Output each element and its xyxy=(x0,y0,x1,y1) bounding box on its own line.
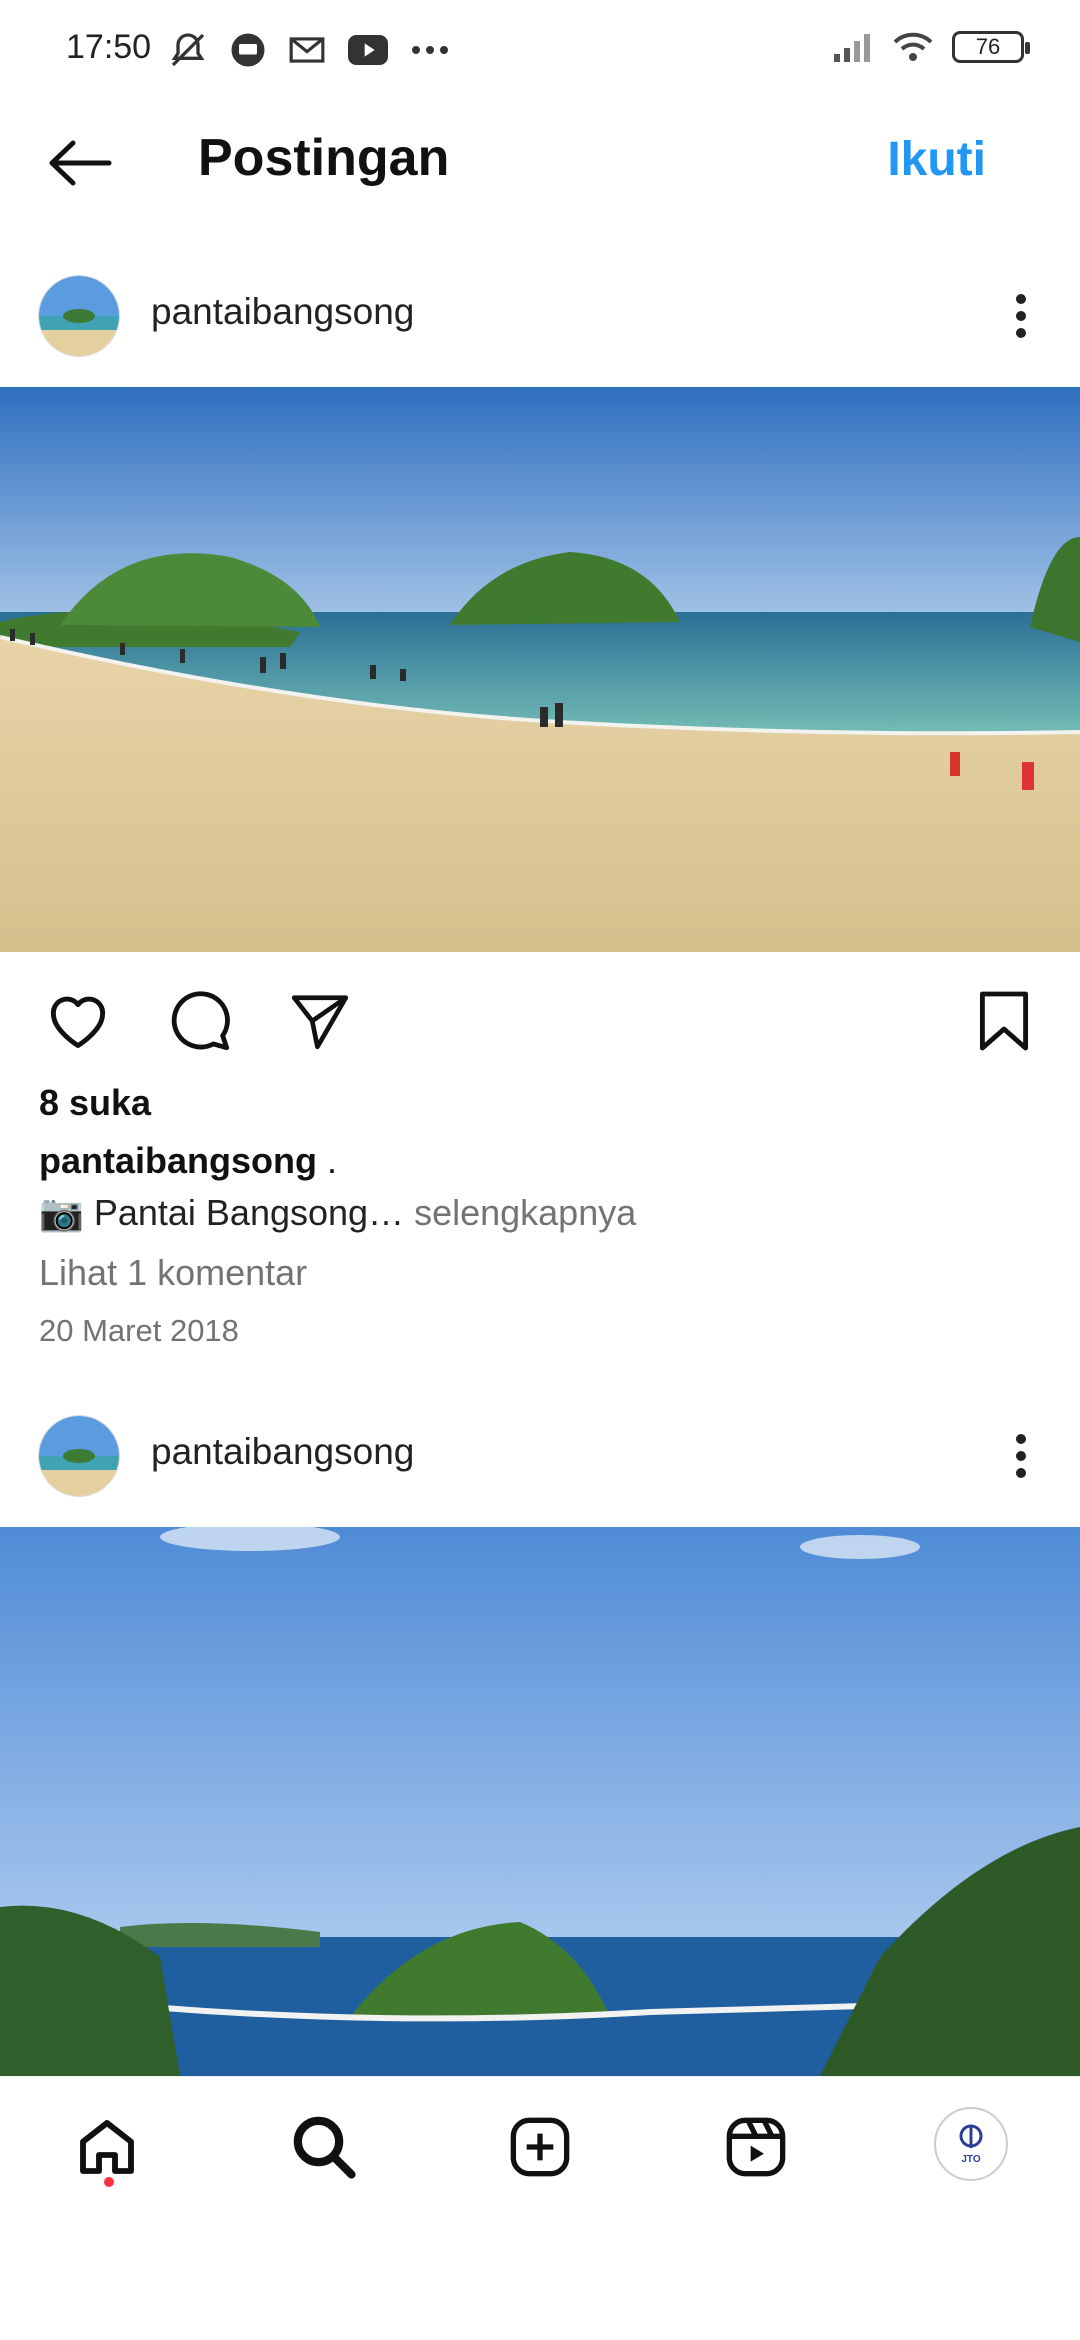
message-icon xyxy=(231,33,265,67)
post-image[interactable] xyxy=(0,387,1080,952)
post-date: 20 Maret 2018 xyxy=(39,1313,239,1348)
nav-search[interactable] xyxy=(284,2107,364,2187)
camera-emoji: 📷 xyxy=(39,1192,84,1233)
back-button[interactable] xyxy=(40,128,120,198)
post-image[interactable] xyxy=(0,1527,1080,2076)
post-options-button[interactable] xyxy=(986,281,1056,351)
caption-username: pantaibangsong . xyxy=(39,1140,337,1182)
comment-icon xyxy=(171,991,230,1051)
home-icon xyxy=(80,2120,134,2174)
status-time: 17:50 xyxy=(66,28,152,66)
nav-reels[interactable] xyxy=(716,2107,796,2187)
save-button[interactable] xyxy=(964,981,1044,1061)
caption-first-line: . xyxy=(327,1140,338,1181)
caption-more-link[interactable]: selengkapnya xyxy=(404,1192,636,1233)
avatar[interactable] xyxy=(38,275,120,357)
battery-indicator: 76 xyxy=(952,31,1030,63)
status-bar: 17:50 76 xyxy=(0,0,1080,100)
muted-bell-icon xyxy=(171,33,205,67)
profile-avatar: JTO xyxy=(959,2124,983,2165)
likes-count[interactable]: 8 suka xyxy=(39,1082,151,1124)
page-title: Postingan xyxy=(198,129,450,187)
view-comments-link[interactable]: Lihat 1 komentar xyxy=(39,1252,307,1294)
post-actions xyxy=(0,975,1080,1065)
share-button[interactable] xyxy=(280,981,360,1061)
profile-text: JTO xyxy=(961,2154,980,2165)
reels-icon xyxy=(726,2117,786,2177)
gmail-icon xyxy=(289,37,325,63)
arrow-left-icon xyxy=(49,140,112,186)
more-vertical-icon xyxy=(1016,294,1026,338)
post-header: pantaibangsong xyxy=(0,251,1080,381)
heart-icon xyxy=(50,996,106,1048)
signal-icon xyxy=(834,34,870,62)
post-username[interactable]: pantaibangsong xyxy=(151,291,414,333)
caption-username-link[interactable]: pantaibangsong xyxy=(39,1140,317,1181)
more-notifications-icon xyxy=(412,46,448,54)
status-system-icons: 76 xyxy=(832,30,1030,64)
add-post-icon xyxy=(510,2117,570,2177)
status-notification-icons xyxy=(168,30,450,70)
youtube-icon xyxy=(348,35,388,65)
bottom-navigation: JTO xyxy=(0,2076,1080,2224)
search-icon xyxy=(293,2116,356,2179)
bookmark-icon xyxy=(979,991,1029,1051)
post-header: pantaibangsong xyxy=(0,1391,1080,1521)
app-header: Postingan Ikuti xyxy=(0,100,1080,230)
like-button[interactable] xyxy=(38,981,118,1061)
post-options-button[interactable] xyxy=(986,1421,1056,1491)
nav-profile[interactable]: JTO xyxy=(934,2107,1008,2181)
more-vertical-icon xyxy=(1016,1434,1026,1478)
nav-home[interactable] xyxy=(67,2107,147,2187)
caption: 📷 Pantai Bangsong… selengkapnya xyxy=(39,1192,636,1234)
caption-text: Pantai Bangsong… xyxy=(83,1192,405,1233)
wifi-icon xyxy=(893,32,933,61)
comment-button[interactable] xyxy=(160,981,240,1061)
nav-create[interactable] xyxy=(500,2107,580,2187)
send-icon xyxy=(291,995,349,1050)
home-notification-dot xyxy=(104,2177,114,2187)
follow-button[interactable]: Ikuti xyxy=(887,132,986,187)
post-username[interactable]: pantaibangsong xyxy=(151,1431,414,1473)
avatar[interactable] xyxy=(38,1415,120,1497)
